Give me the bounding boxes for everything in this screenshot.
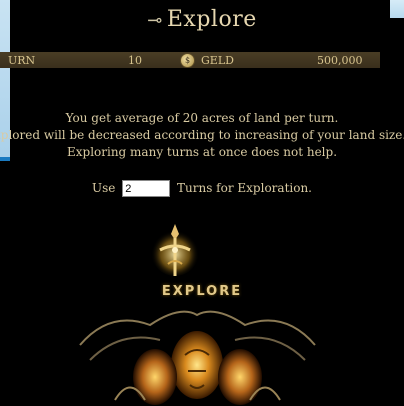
turns-prefix: Use (91, 181, 116, 195)
info-line: You get average of 20 acres of land per … (65, 111, 339, 125)
explore-button[interactable]: EXPLORE (0, 284, 404, 299)
page-title-text: Explore (166, 7, 257, 32)
cross-emblem-icon (151, 224, 199, 276)
info-line: Exploring many turns at once does not he… (66, 145, 338, 159)
turns-input[interactable] (122, 180, 171, 197)
geld-label: GELD (201, 53, 234, 67)
turn-label: URN (8, 53, 36, 67)
exploration-info: You get average of 20 acres of land per … (0, 110, 404, 161)
geld-value: 500,000 (317, 53, 363, 67)
page-title: ⊸ Explore (0, 7, 404, 32)
turn-value: 10 (128, 53, 142, 67)
status-bar: URN 10 $ GELD 500,000 (0, 52, 380, 68)
ornamental-figure (79, 310, 316, 405)
info-line: xplored will be decreased according to i… (0, 128, 404, 142)
coin-icon: $ (180, 53, 195, 68)
key-arrow-icon: ⊸ (147, 10, 163, 31)
turns-row: Use Turns for Exploration. (0, 180, 404, 197)
turns-suffix: Turns for Exploration. (177, 181, 312, 195)
